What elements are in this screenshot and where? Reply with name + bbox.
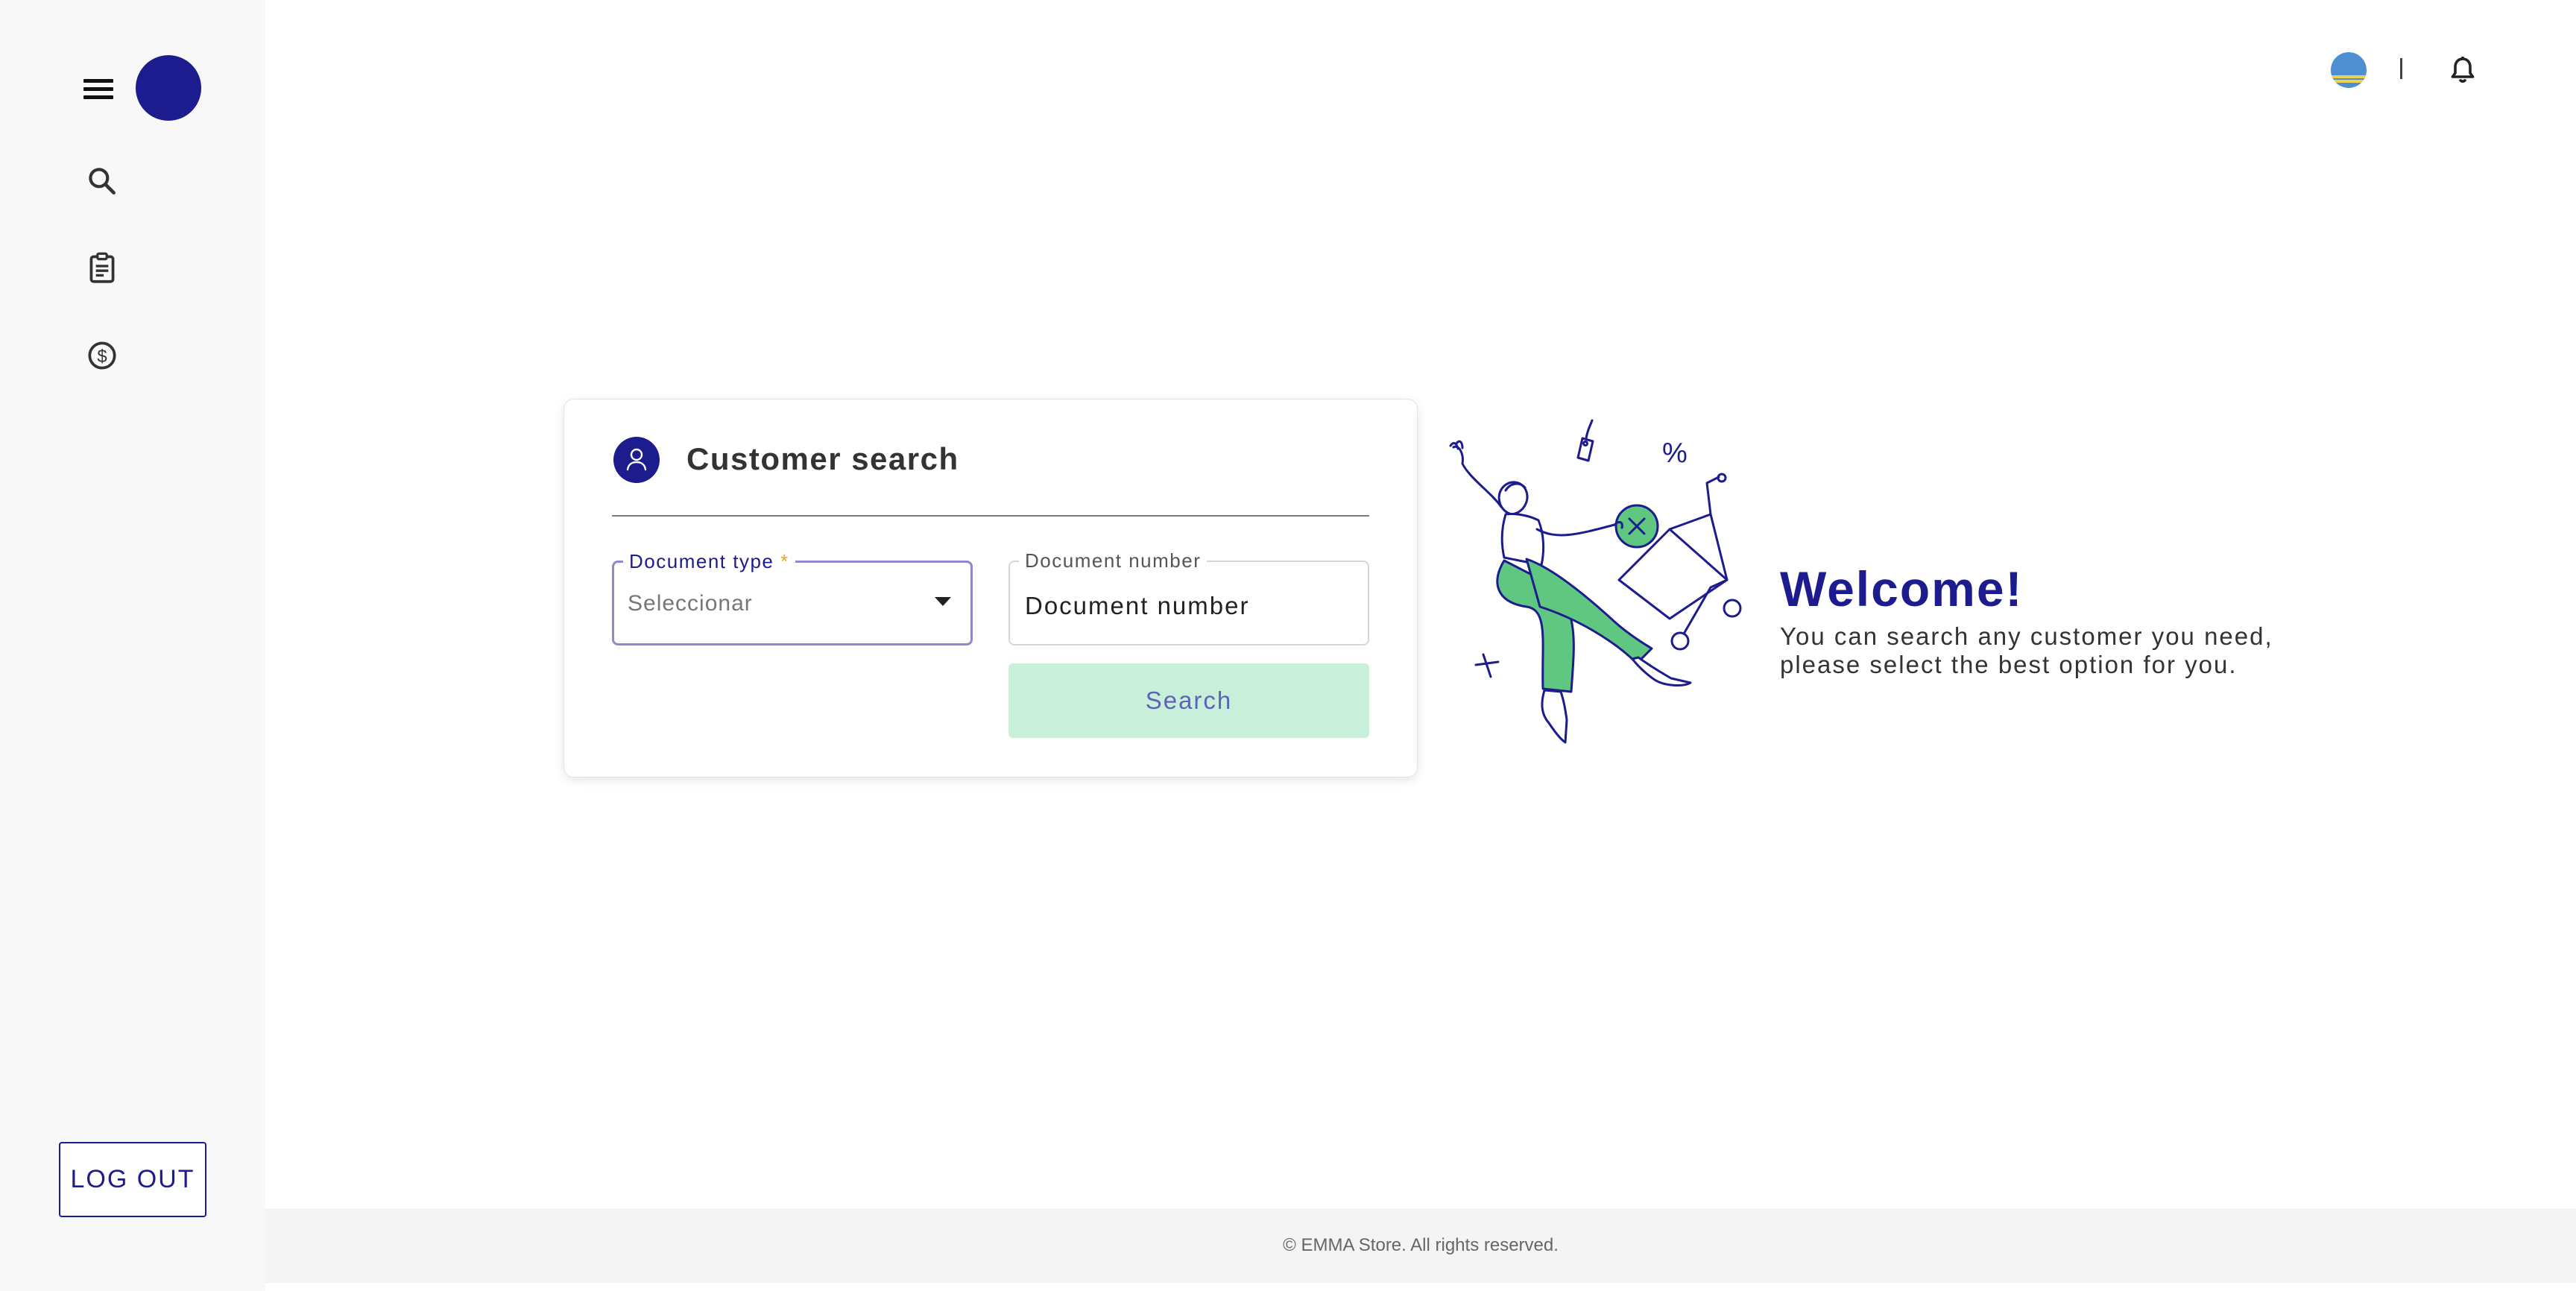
search-button[interactable]: Search — [1008, 663, 1369, 738]
chevron-down-icon — [935, 597, 951, 606]
welcome-title: Welcome! — [1780, 561, 2024, 616]
sidebar: $ LOG OUT — [0, 0, 265, 1291]
document-number-label: Document number — [1019, 549, 1208, 572]
user-avatar[interactable] — [136, 55, 201, 121]
document-number-field[interactable]: Document number Document number — [1008, 549, 1369, 646]
notification-bell-icon[interactable] — [2445, 52, 2481, 88]
document-number-value: Document number — [1025, 592, 1250, 619]
person-icon — [613, 437, 660, 483]
svg-text:$: $ — [97, 347, 107, 367]
document-type-select[interactable]: Document type * Seleccionar — [612, 550, 973, 646]
welcome-line-2: please select the best option for you. — [1780, 651, 2238, 678]
topbar-separator — [2400, 58, 2402, 79]
dollar-coin-icon[interactable]: $ — [83, 337, 121, 374]
clipboard-icon[interactable] — [83, 249, 121, 286]
country-flag-icon[interactable] — [2331, 52, 2367, 88]
search-icon[interactable] — [83, 162, 121, 200]
document-type-value: Seleccionar — [628, 591, 753, 616]
card-title: Customer search — [686, 441, 959, 476]
customer-search-card: Customer search Document type * Seleccio… — [564, 399, 1418, 777]
welcome-line-1: You can search any customer you need, — [1780, 622, 2273, 650]
welcome-description: You can search any customer you need, pl… — [1780, 622, 2346, 679]
svg-text:%: % — [1662, 438, 1688, 469]
hamburger-menu-icon[interactable] — [83, 76, 116, 103]
shopping-illustration: % — [1446, 403, 1752, 768]
document-type-label: Document type * — [623, 550, 795, 573]
footer: © EMMA Store. All rights reserved. — [265, 1208, 2576, 1283]
logout-button[interactable]: LOG OUT — [59, 1142, 206, 1217]
divider — [612, 515, 1369, 517]
copyright-text: © EMMA Store. All rights reserved. — [1283, 1235, 1559, 1255]
